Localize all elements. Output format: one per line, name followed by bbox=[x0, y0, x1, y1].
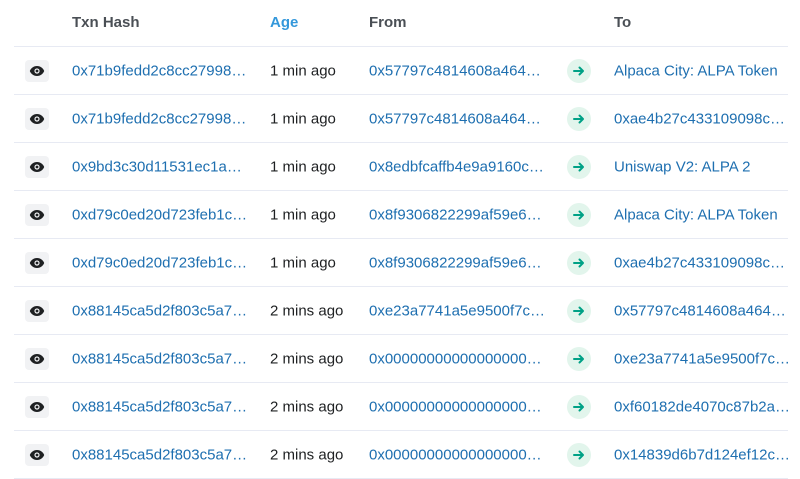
to-address-link[interactable]: 0x57797c4814608a464c5e0b bbox=[614, 302, 790, 319]
header-from: From bbox=[369, 14, 407, 31]
table-row: 0x88145ca5d2f803c5a7e91b 2 mins ago 0xe23a… bbox=[14, 287, 790, 335]
table-header: Txn Hash Age From To bbox=[14, 0, 788, 47]
table-row: 0x88145ca5d2f803c5a7e91b 2 mins ago 0x0000… bbox=[14, 335, 790, 383]
arrow-right-icon bbox=[567, 58, 591, 83]
age-value: 2 mins ago bbox=[270, 302, 344, 319]
table-row: 0x71b9fedd2c8cc27998a3e1f 1 min ago 0x5779… bbox=[14, 47, 788, 95]
arrow-right-icon bbox=[567, 298, 591, 323]
txn-hash-link[interactable]: 0x88145ca5d2f803c5a7e91b bbox=[72, 398, 248, 415]
age-value: 1 min ago bbox=[270, 254, 336, 271]
txn-hash-link[interactable]: 0x71b9fedd2c8cc27998a3e1f bbox=[72, 110, 248, 127]
eye-icon[interactable] bbox=[25, 395, 49, 418]
from-address-link[interactable]: 0x0000000000000000000000 bbox=[369, 446, 545, 463]
to-address-link[interactable]: Alpaca City: ALPA Token bbox=[614, 62, 790, 79]
age-value: 2 mins ago bbox=[270, 398, 344, 415]
txn-hash-link[interactable]: 0xd79c0ed20d723feb1c2a4e bbox=[72, 254, 248, 271]
table-row: 0x71b9fedd2c8cc27998a3e1f 1 min ago 0x5779… bbox=[14, 95, 790, 143]
from-address-link[interactable]: 0x0000000000000000000000 bbox=[369, 350, 545, 367]
to-address-link[interactable]: 0xf60182de4070c87b2a9e3c bbox=[614, 398, 790, 415]
arrow-right-icon bbox=[567, 106, 591, 131]
txn-hash-link[interactable]: 0x71b9fedd2c8cc27998a3e1f bbox=[72, 62, 248, 79]
age-value: 1 min ago bbox=[270, 110, 336, 127]
txn-hash-link[interactable]: 0x88145ca5d2f803c5a7e91b bbox=[72, 446, 248, 463]
from-address-link[interactable]: 0x57797c4814608a464c5e0b bbox=[369, 62, 545, 79]
arrow-right-icon bbox=[567, 394, 591, 419]
arrow-right-icon bbox=[567, 154, 591, 179]
arrow-right-icon bbox=[567, 346, 591, 371]
to-address-link[interactable]: 0xae4b27c433109098c5e1d bbox=[614, 254, 790, 271]
header-txn-hash: Txn Hash bbox=[72, 14, 140, 31]
txn-hash-link[interactable]: 0x9bd3c30d11531ec1a6f0e2 bbox=[72, 158, 248, 175]
table-body: 0x71b9fedd2c8cc27998a3e1f 1 min ago 0x5779… bbox=[14, 47, 790, 479]
header-age[interactable]: Age bbox=[270, 14, 298, 31]
to-address-link[interactable]: 0xae4b27c433109098c5e1d bbox=[614, 110, 790, 127]
eye-icon[interactable] bbox=[25, 299, 49, 322]
age-value: 2 mins ago bbox=[270, 446, 344, 463]
arrow-right-icon bbox=[567, 202, 591, 227]
to-address-link[interactable]: Uniswap V2: ALPA 2 bbox=[614, 158, 790, 175]
to-address-link[interactable]: 0xe23a7741a5e9500f7c4b2d bbox=[614, 350, 790, 367]
txn-hash-link[interactable]: 0xd79c0ed20d723feb1c2a4e bbox=[72, 206, 248, 223]
from-address-link[interactable]: 0x57797c4814608a464c5e0b bbox=[369, 110, 545, 127]
table-row: 0xd79c0ed20d723feb1c2a4e 1 min ago 0x8f930… bbox=[14, 191, 788, 239]
arrow-right-icon bbox=[567, 442, 591, 467]
arrow-right-icon bbox=[567, 250, 591, 275]
eye-icon[interactable] bbox=[25, 251, 49, 274]
table-row: 0x88145ca5d2f803c5a7e91b 2 mins ago 0x0000… bbox=[14, 383, 790, 431]
txn-hash-link[interactable]: 0x88145ca5d2f803c5a7e91b bbox=[72, 350, 248, 367]
from-address-link[interactable]: 0x8f9306822299af59e6b1c4 bbox=[369, 206, 545, 223]
eye-icon[interactable] bbox=[25, 347, 49, 370]
txn-hash-link[interactable]: 0x88145ca5d2f803c5a7e91b bbox=[72, 302, 248, 319]
table-row: 0xd79c0ed20d723feb1c2a4e 1 min ago 0x8f930… bbox=[14, 239, 790, 287]
from-address-link[interactable]: 0x8edbfcaffb4e9a9160c3d7 bbox=[369, 158, 545, 175]
eye-icon[interactable] bbox=[25, 443, 49, 466]
from-address-link[interactable]: 0xe23a7741a5e9500f7c4b2d bbox=[369, 302, 545, 319]
header-to: To bbox=[614, 14, 632, 31]
table-row: 0x88145ca5d2f803c5a7e91b 2 mins ago 0x0000… bbox=[14, 431, 790, 479]
from-address-link[interactable]: 0x8f9306822299af59e6b1c4 bbox=[369, 254, 545, 271]
eye-icon[interactable] bbox=[25, 59, 49, 82]
table-row: 0x9bd3c30d11531ec1a6f0e2 1 min ago 0x8edbf… bbox=[14, 143, 788, 191]
transactions-table: Txn Hash Age From To 0x71b9fedd2c8cc2799… bbox=[14, 0, 790, 479]
age-value: 1 min ago bbox=[270, 206, 336, 223]
eye-icon[interactable] bbox=[25, 107, 49, 130]
eye-icon[interactable] bbox=[25, 155, 49, 178]
age-value: 2 mins ago bbox=[270, 350, 344, 367]
from-address-link[interactable]: 0x0000000000000000000000 bbox=[369, 398, 545, 415]
age-value: 1 min ago bbox=[270, 62, 336, 79]
to-address-link[interactable]: Alpaca City: ALPA Token bbox=[614, 206, 790, 223]
to-address-link[interactable]: 0x14839d6b7d124ef12c8a5f bbox=[614, 446, 790, 463]
age-value: 1 min ago bbox=[270, 158, 336, 175]
eye-icon[interactable] bbox=[25, 203, 49, 226]
